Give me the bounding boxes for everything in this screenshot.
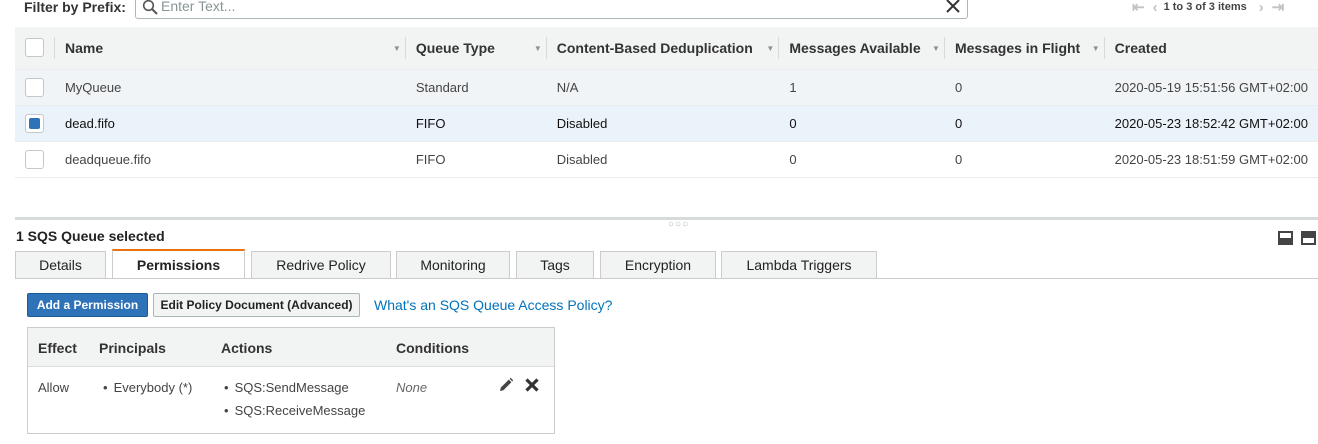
- tab-encryption[interactable]: Encryption: [600, 251, 716, 279]
- previous-page-icon[interactable]: ‹: [1153, 0, 1158, 16]
- permission-action: SQS:SendMessage: [224, 380, 349, 395]
- sort-icon[interactable]: ▼: [932, 44, 940, 53]
- header-name[interactable]: Name ▼: [54, 27, 406, 70]
- edit-pencil-icon[interactable]: [498, 377, 514, 393]
- header-dedup[interactable]: Content-Based Deduplication ▼: [546, 27, 780, 70]
- cell-queue-type: Standard: [405, 69, 547, 106]
- filter-label: Filter by Prefix:: [24, 0, 126, 15]
- permission-action: SQS:ReceiveMessage: [224, 403, 366, 418]
- row-checkbox[interactable]: [25, 113, 44, 133]
- permission-conditions: None: [396, 380, 428, 395]
- delete-x-icon[interactable]: [524, 377, 540, 393]
- panel-layout-controls: [1278, 231, 1316, 245]
- panel-top-icon[interactable]: [1301, 231, 1316, 245]
- panel-splitter[interactable]: [15, 217, 1318, 220]
- header-queue-type[interactable]: Queue Type ▼: [405, 27, 547, 70]
- add-permission-button[interactable]: Add a Permission: [27, 293, 148, 317]
- header-messages-in-flight[interactable]: Messages in Flight ▼: [944, 27, 1105, 70]
- permissions-table: Effect Principals Actions Conditions All…: [27, 327, 555, 434]
- tab-divider: [15, 278, 1318, 279]
- next-page-icon[interactable]: ›: [1259, 0, 1264, 16]
- panel-bottom-icon[interactable]: [1278, 231, 1293, 245]
- header-messages-available[interactable]: Messages Available ▼: [779, 27, 945, 70]
- splitter-grip-icon[interactable]: ○○○: [668, 219, 689, 230]
- cell-created: 2020-05-23 18:52:42 GMT+02:00: [1104, 105, 1318, 142]
- filter-input[interactable]: [161, 0, 941, 15]
- table-row[interactable]: dead.fifo FIFO Disabled 0 0 2020-05-23 1…: [15, 105, 1318, 142]
- queue-table: Name ▼ Queue Type ▼ Content-Based Deduplic…: [15, 27, 1318, 178]
- selection-summary: 1 SQS Queue selected: [16, 228, 165, 244]
- last-page-icon[interactable]: ⇥: [1272, 0, 1285, 16]
- table-header-row: Name ▼ Queue Type ▼ Content-Based Deduplic…: [15, 27, 1318, 70]
- table-row[interactable]: MyQueue Standard N/A 1 0 2020-05-19 15:5…: [15, 69, 1318, 106]
- tab-tags[interactable]: Tags: [516, 251, 594, 279]
- cell-messages-in-flight: 0: [944, 69, 1105, 106]
- cell-dedup: Disabled: [546, 141, 780, 178]
- cell-name: deadqueue.fifo: [54, 141, 406, 178]
- tab-redrive-policy[interactable]: Redrive Policy: [251, 251, 391, 279]
- first-page-icon[interactable]: ⇤: [1132, 0, 1145, 16]
- filter-bar: Filter by Prefix: ⇤ ‹ 1 to 3 of 3 items …: [0, 0, 1318, 20]
- row-checkbox[interactable]: [25, 149, 44, 169]
- cell-messages-available: 1: [779, 69, 945, 106]
- header-created[interactable]: Created: [1104, 27, 1318, 70]
- search-icon: [142, 0, 158, 15]
- cell-messages-available: 0: [779, 105, 945, 142]
- row-checkbox[interactable]: [25, 77, 44, 97]
- filter-input-wrapper: [135, 0, 968, 19]
- table-row[interactable]: deadqueue.fifo FIFO Disabled 0 0 2020-05…: [15, 141, 1318, 178]
- cell-dedup: Disabled: [546, 105, 780, 142]
- tab-permissions[interactable]: Permissions: [112, 249, 245, 279]
- permission-principal: Everybody (*): [103, 380, 193, 395]
- pagination: ⇤ ‹ 1 to 3 of 3 items › ⇥: [1128, 0, 1288, 16]
- tab-details[interactable]: Details: [15, 251, 106, 279]
- cell-messages-in-flight: 0: [944, 105, 1105, 142]
- header-conditions: Conditions: [396, 340, 470, 356]
- select-all-checkbox[interactable]: [25, 38, 44, 58]
- cell-dedup: N/A: [546, 69, 780, 106]
- header-effect: Effect: [38, 340, 77, 356]
- cell-queue-type: FIFO: [405, 105, 547, 142]
- header-actions: Actions: [221, 340, 273, 356]
- sort-icon[interactable]: ▼: [393, 44, 401, 53]
- header-principals: Principals: [99, 340, 166, 356]
- sort-icon[interactable]: ▼: [1092, 44, 1100, 53]
- pagination-text: 1 to 3 of 3 items: [1163, 1, 1247, 13]
- access-policy-help-link[interactable]: What's an SQS Queue Access Policy?: [374, 297, 612, 313]
- cell-queue-type: FIFO: [405, 141, 547, 178]
- cell-name: MyQueue: [54, 69, 406, 106]
- tab-lambda-triggers[interactable]: Lambda Triggers: [721, 251, 877, 279]
- cell-messages-available: 0: [779, 141, 945, 178]
- edit-policy-button[interactable]: Edit Policy Document (Advanced): [153, 293, 360, 317]
- cell-created: 2020-05-23 18:51:59 GMT+02:00: [1104, 141, 1318, 178]
- cell-created: 2020-05-19 15:51:56 GMT+02:00: [1104, 69, 1318, 106]
- clear-icon[interactable]: [945, 0, 961, 14]
- sort-icon[interactable]: ▼: [766, 44, 774, 53]
- permission-effect: Allow: [38, 380, 70, 395]
- header-select-all[interactable]: [15, 27, 55, 70]
- cell-name: dead.fifo: [54, 105, 406, 142]
- permissions-header: Effect Principals Actions Conditions: [28, 328, 554, 367]
- cell-messages-in-flight: 0: [944, 141, 1105, 178]
- sort-icon[interactable]: ▼: [534, 44, 542, 53]
- tab-monitoring[interactable]: Monitoring: [396, 251, 510, 279]
